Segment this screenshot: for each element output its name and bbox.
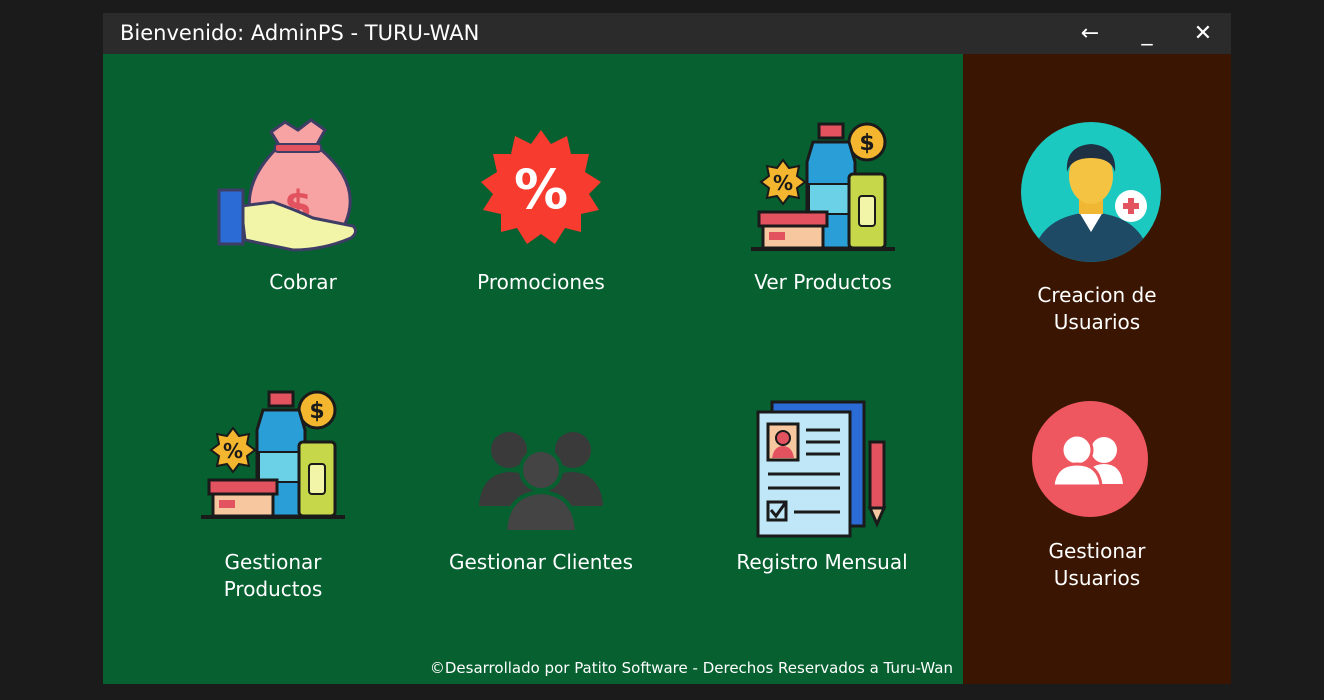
svg-text:%: % (773, 171, 793, 195)
money-bag-hand-icon: $ (217, 118, 358, 252)
title-bar[interactable]: Bienvenido: AdminPS - TURU-WAN ← _ ✕ (103, 13, 1231, 54)
tile-label-gestionar-clientes: Gestionar Clientes (449, 550, 633, 574)
window-title: Bienvenido: AdminPS - TURU-WAN (120, 21, 480, 45)
footer-copyright: ©Desarrollado por Patito Software - Dere… (429, 659, 953, 677)
user-add-icon (1021, 122, 1161, 262)
app-window: Bienvenido: AdminPS - TURU-WAN ← _ ✕ $ C… (103, 13, 1231, 684)
ver-productos-button[interactable]: $ % Ver Productos (723, 114, 923, 314)
side-panel: Creacion de Usuarios Gestionar Usuarios (963, 54, 1231, 684)
main-panel: $ Cobrar % Promociones $ % Ver Productos… (103, 54, 963, 684)
gestionar-usuarios-button[interactable]: Gestionar Usuarios (997, 394, 1197, 614)
registro-mensual-button[interactable]: Registro Mensual (722, 384, 922, 614)
tile-label-cobrar: Cobrar (269, 270, 337, 294)
svg-text:$: $ (309, 399, 324, 424)
minimize-button[interactable]: _ (1127, 13, 1167, 54)
document-register-icon (756, 400, 887, 538)
svg-text:%: % (223, 439, 243, 463)
close-button[interactable]: ✕ (1183, 13, 1223, 54)
tile-label-registro-mensual: Registro Mensual (736, 550, 908, 574)
percent-badge-icon: % (481, 130, 601, 244)
gestionar-clientes-button[interactable]: Gestionar Clientes (441, 384, 641, 614)
svg-text:$: $ (859, 131, 874, 156)
svg-text:%: % (514, 158, 568, 221)
tile-label-ver-productos: Ver Productos (754, 270, 892, 294)
side-label-gestionar-usuarios: Gestionar Usuarios (1048, 539, 1146, 590)
promociones-button[interactable]: % Promociones (441, 114, 641, 314)
side-label-creacion-usuarios: Creacion de Usuarios (1037, 283, 1157, 334)
creacion-usuarios-button[interactable]: Creacion de Usuarios (997, 114, 1197, 334)
gestionar-productos-button[interactable]: $ % Gestionar Productos (173, 384, 373, 614)
users-icon (1032, 401, 1148, 517)
products-icon: $ % (751, 122, 895, 251)
products-icon: $ % (201, 390, 345, 519)
back-button[interactable]: ← (1070, 13, 1110, 54)
tile-label-gestionar-productos: Gestionar Productos (223, 550, 323, 601)
group-users-icon (479, 432, 603, 532)
tile-label-promociones: Promociones (477, 270, 605, 294)
cobrar-button[interactable]: $ Cobrar (203, 114, 403, 314)
